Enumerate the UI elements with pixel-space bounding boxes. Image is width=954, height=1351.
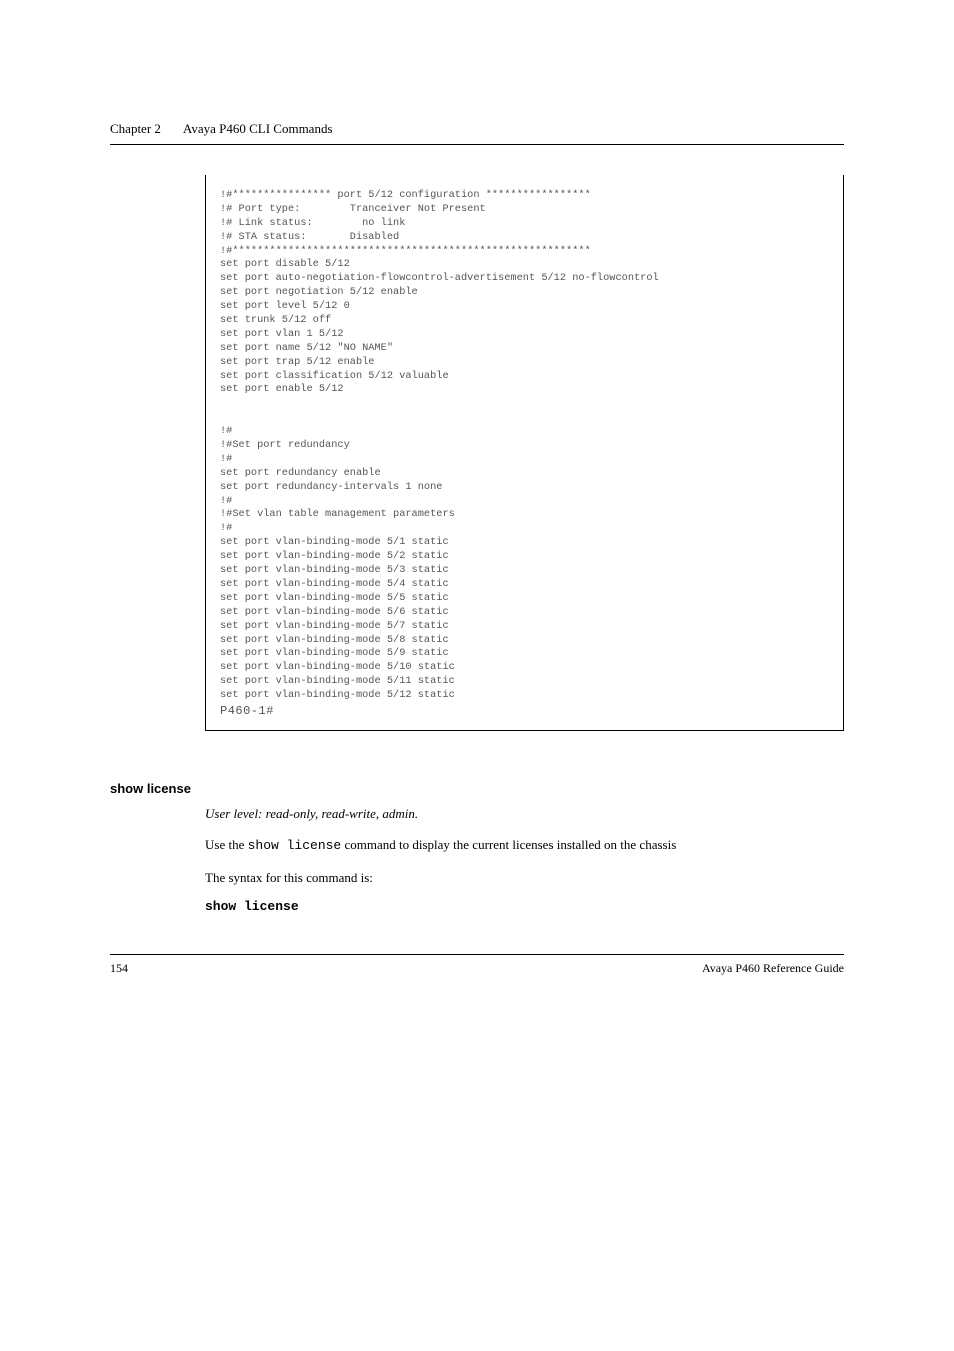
- code-line: !#: [220, 495, 232, 507]
- code-line: set port vlan-binding-mode 5/11 static: [220, 675, 455, 687]
- code-line: !#Set port redundancy: [220, 439, 350, 451]
- code-line: !# Link status: no link: [220, 217, 405, 229]
- cli-prompt: P460-1#: [220, 704, 274, 718]
- desc-code: show license: [248, 838, 342, 853]
- code-line: set port vlan-binding-mode 5/6 static: [220, 606, 449, 618]
- footer-guide-title: Avaya P460 Reference Guide: [702, 961, 844, 976]
- page-header: Chapter 2 Avaya P460 CLI Commands: [110, 120, 844, 145]
- desc-part2: command to display the current licenses …: [341, 837, 676, 852]
- code-line: set port vlan-binding-mode 5/12 static: [220, 689, 455, 701]
- code-line: !# STA status: Disabled: [220, 231, 399, 243]
- code-line: !# Port type: Tranceiver Not Present: [220, 203, 486, 215]
- syntax-command: show license: [205, 899, 844, 914]
- code-line: set port redundancy-intervals 1 none: [220, 481, 442, 493]
- code-line: set port enable 5/12: [220, 383, 344, 395]
- code-line: set trunk 5/12 off: [220, 314, 331, 326]
- code-line: !#Set vlan table management parameters: [220, 508, 455, 520]
- code-line: set port trap 5/12 enable: [220, 356, 374, 368]
- code-line: set port vlan 1 5/12: [220, 328, 344, 340]
- description-text: Use the show license command to display …: [205, 835, 844, 856]
- code-line: !#**************** port 5/12 configurati…: [220, 189, 591, 201]
- section-heading-show-license: show license: [110, 781, 844, 796]
- code-line: !#: [220, 453, 232, 465]
- user-level-text: User level: read-only, read-write, admin…: [205, 804, 844, 824]
- chapter-title: Avaya P460 CLI Commands: [183, 121, 333, 136]
- code-line: set port disable 5/12: [220, 258, 350, 270]
- code-line: !#: [220, 522, 232, 534]
- code-line: set port vlan-binding-mode 5/10 static: [220, 661, 455, 673]
- cli-output-box: !#**************** port 5/12 configurati…: [205, 175, 844, 731]
- code-line: set port name 5/12 "NO NAME": [220, 342, 393, 354]
- code-line: set port level 5/12 0: [220, 300, 350, 312]
- desc-part1: Use the: [205, 837, 248, 852]
- code-line: set port vlan-binding-mode 5/1 static: [220, 536, 449, 548]
- code-line: set port vlan-binding-mode 5/2 static: [220, 550, 449, 562]
- page-footer: 154 Avaya P460 Reference Guide: [110, 954, 844, 976]
- code-line: set port vlan-binding-mode 5/4 static: [220, 578, 449, 590]
- code-line: !#: [220, 425, 232, 437]
- code-line: set port auto-negotiation-flowcontrol-ad…: [220, 272, 659, 284]
- chapter-label: Chapter 2: [110, 121, 161, 136]
- code-line: set port negotiation 5/12 enable: [220, 286, 418, 298]
- code-line: set port vlan-binding-mode 5/8 static: [220, 634, 449, 646]
- page-number: 154: [110, 961, 128, 976]
- code-line: set port vlan-binding-mode 5/5 static: [220, 592, 449, 604]
- code-line: set port vlan-binding-mode 5/7 static: [220, 620, 449, 632]
- code-line: set port vlan-binding-mode 5/3 static: [220, 564, 449, 576]
- code-line: !#**************************************…: [220, 245, 591, 257]
- code-line: set port redundancy enable: [220, 467, 381, 479]
- code-line: set port vlan-binding-mode 5/9 static: [220, 647, 449, 659]
- syntax-intro: The syntax for this command is:: [205, 868, 844, 888]
- code-line: set port classification 5/12 valuable: [220, 370, 449, 382]
